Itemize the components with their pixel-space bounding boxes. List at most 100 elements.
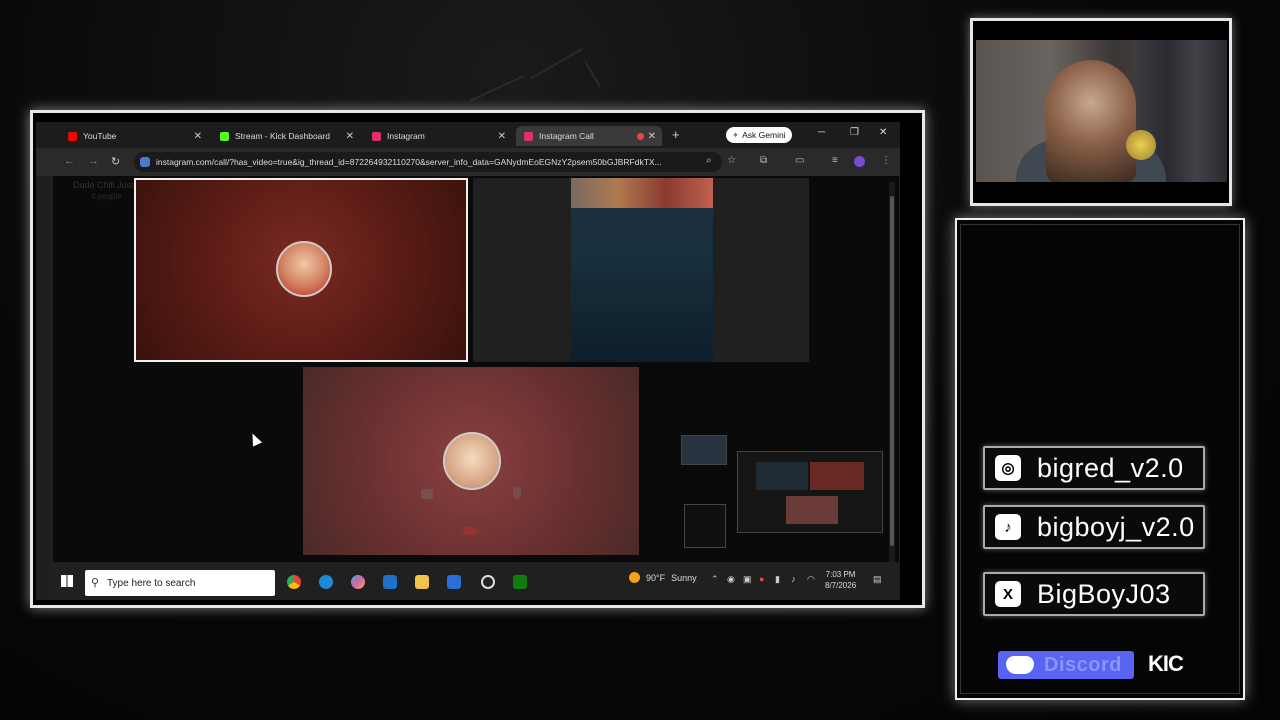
weather-widget[interactable]: 90°F Sunny <box>629 572 697 583</box>
store-icon[interactable] <box>447 575 461 589</box>
instagram-call-view: Dude Chill Just Chill 4 people <box>53 176 899 562</box>
browser-window: YouTube ✕ Stream - Kick Dashboard ✕ Inst… <box>36 122 900 600</box>
thumb-tile <box>786 496 838 524</box>
tab-label: Instagram Call <box>539 131 594 141</box>
thumb-tile <box>756 462 808 490</box>
notification-icon[interactable]: ▤ <box>873 574 882 585</box>
tab-label: Instagram <box>387 131 425 141</box>
xbox-icon[interactable] <box>513 575 527 589</box>
participant-avatar <box>443 432 501 490</box>
tray-record-icon[interactable]: ● <box>759 574 764 584</box>
participant-tile[interactable] <box>134 178 468 362</box>
tab-label: YouTube <box>83 131 117 141</box>
menu-icon[interactable]: ⋮ <box>881 155 891 166</box>
weather-text: Sunny <box>671 572 697 583</box>
url-text: instagram.com/call/?has_video=true&ig_th… <box>156 157 662 167</box>
address-bar: ← → ↻ instagram.com/call/?has_video=true… <box>36 148 900 176</box>
chat-mini-panel <box>684 504 726 548</box>
discord-icon <box>1006 656 1034 674</box>
screen-share-thumbnail[interactable] <box>737 451 883 533</box>
chrome-icon[interactable] <box>287 575 301 589</box>
sidebar-icon[interactable]: ▭ <box>795 155 804 166</box>
windows-start-icon[interactable] <box>61 575 73 587</box>
outlook-icon[interactable] <box>383 575 397 589</box>
tab-youtube[interactable]: YouTube ✕ <box>60 126 208 146</box>
taskbar-clock[interactable]: 7:03 PM 8/7/2026 <box>825 569 856 591</box>
ask-gemini-button[interactable]: ✦ Ask Gemini <box>726 127 792 143</box>
self-view-thumbnail[interactable] <box>681 435 727 465</box>
search-placeholder: Type here to search <box>107 577 196 589</box>
restore-icon[interactable]: ❐ <box>850 127 859 138</box>
extensions-icon[interactable]: ⧉ <box>760 155 767 166</box>
instagram-handle: bigred_v2.0 <box>1037 452 1184 483</box>
tab-instagram-call[interactable]: Instagram Call ✕ <box>516 126 662 146</box>
forward-icon[interactable]: → <box>88 155 99 167</box>
media-icon[interactable]: ≡ <box>832 155 838 166</box>
instagram-icon: ◎ <box>995 455 1021 481</box>
copilot-icon[interactable] <box>351 575 365 589</box>
close-tab-icon[interactable]: ✕ <box>346 131 354 142</box>
tray-obs-icon[interactable]: ◉ <box>727 574 735 585</box>
tiktok-icon: ♪ <box>995 514 1021 540</box>
close-window-icon[interactable]: ✕ <box>879 127 887 138</box>
kick-icon <box>220 131 229 141</box>
webcam-person <box>1046 60 1136 182</box>
kick-logo: KIC <box>1148 651 1184 676</box>
tray-mic-icon[interactable]: ▮ <box>775 574 780 585</box>
new-tab-button[interactable]: + <box>672 127 680 142</box>
back-icon[interactable]: ← <box>64 155 75 167</box>
discord-label: Discord <box>1044 653 1122 676</box>
clock-time: 7:03 PM <box>825 570 856 579</box>
camera-icon[interactable] <box>421 489 433 499</box>
discord-logo: Discord <box>998 651 1134 679</box>
close-tab-icon[interactable]: ✕ <box>648 131 656 142</box>
search-icon: ⚲ <box>91 577 100 589</box>
participant-video-tile[interactable] <box>473 178 809 362</box>
youtube-icon <box>68 131 77 141</box>
recording-icon <box>637 132 644 140</box>
bookmark-star-icon[interactable]: ☆ <box>727 155 736 166</box>
reload-icon[interactable]: ↻ <box>111 155 120 168</box>
sun-icon <box>629 572 640 583</box>
instagram-icon <box>524 131 533 141</box>
end-call-icon[interactable] <box>463 527 477 535</box>
mic-icon[interactable] <box>513 487 521 499</box>
edge-icon[interactable] <box>319 575 333 589</box>
obs-icon[interactable] <box>481 575 495 589</box>
windows-taskbar: ⚲ Type here to search 90°F Sunny ⌃ ◉ ▣ ●… <box>53 562 899 600</box>
url-field[interactable]: instagram.com/call/?has_video=true&ig_th… <box>134 152 722 172</box>
close-tab-icon[interactable]: ✕ <box>194 131 202 142</box>
tab-label: Stream - Kick Dashboard <box>235 131 330 141</box>
tiktok-handle: bigboyj_v2.0 <box>1037 511 1195 542</box>
instagram-social: ◎ bigred_v2.0 <box>983 446 1205 490</box>
profile-icon[interactable] <box>854 156 865 167</box>
tab-kick-dashboard[interactable]: Stream - Kick Dashboard ✕ <box>212 126 360 146</box>
weather-temp: 90°F <box>646 572 666 583</box>
x-handle: BigBoyJ03 <box>1037 578 1171 609</box>
ask-gemini-label: Ask Gemini <box>742 130 786 140</box>
taskbar-search-input[interactable]: ⚲ Type here to search <box>85 570 275 596</box>
tab-bar: YouTube ✕ Stream - Kick Dashboard ✕ Inst… <box>36 122 900 148</box>
x-social: X BigBoyJ03 <box>983 572 1205 616</box>
site-info-icon[interactable] <box>140 157 150 167</box>
group-people-count: 4 people <box>91 192 122 201</box>
zoom-icon[interactable]: ⌕ <box>706 155 712 166</box>
tray-app-icon[interactable]: ▣ <box>743 574 752 585</box>
tiktok-social: ♪ bigboyj_v2.0 <box>983 505 1205 549</box>
close-tab-icon[interactable]: ✕ <box>498 131 506 142</box>
clock-date: 8/7/2026 <box>825 581 857 590</box>
webcam-flowers <box>1126 130 1156 160</box>
scrollbar-thumb[interactable] <box>890 196 894 546</box>
tab-instagram[interactable]: Instagram ✕ <box>364 126 512 146</box>
x-icon: X <box>995 581 1021 607</box>
participant-video-top <box>571 178 713 208</box>
participant-tile[interactable] <box>303 367 639 555</box>
minimize-icon[interactable]: ─ <box>818 127 825 138</box>
chevron-up-icon[interactable]: ⌃ <box>711 574 719 585</box>
sparkle-icon: ✦ <box>732 129 740 140</box>
wifi-icon[interactable]: ◠ <box>807 574 815 585</box>
participant-avatar <box>276 241 332 297</box>
page-scrollbar[interactable] <box>889 182 895 562</box>
tray-speaker-icon[interactable]: ♪ <box>791 574 796 584</box>
file-explorer-icon[interactable] <box>415 575 429 589</box>
